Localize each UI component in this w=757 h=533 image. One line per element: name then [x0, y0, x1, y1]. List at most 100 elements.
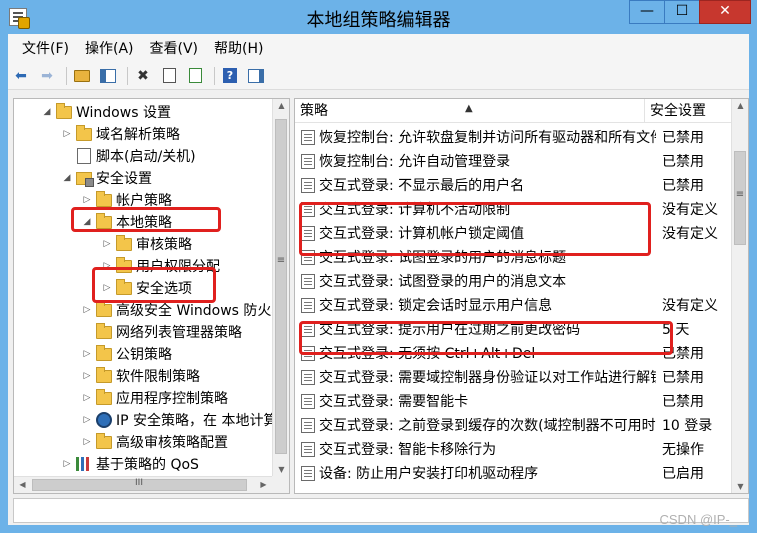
expand-arrow-icon[interactable]: ▷	[100, 283, 114, 293]
expand-arrow-icon[interactable]: ▷	[80, 305, 94, 315]
collapse-arrow-icon[interactable]: ◢	[80, 217, 94, 227]
scrollbar-thumb[interactable]	[275, 119, 287, 454]
policy-icon	[301, 369, 315, 385]
tree-item-security-options[interactable]: ▷ 安全选项	[100, 277, 192, 299]
policy-row[interactable]: 交互式登录: 计算机帐户锁定阈值 没有定义	[295, 221, 732, 245]
tree-item-software-restriction[interactable]: ▷ 软件限制策略	[80, 365, 200, 387]
policy-icon	[301, 129, 315, 145]
policy-row[interactable]: 恢复控制台: 允许自动管理登录 已禁用	[295, 149, 732, 173]
policy-setting: 没有定义	[662, 202, 718, 218]
expand-arrow-icon[interactable]: ▷	[100, 239, 114, 249]
policy-name: 交互式登录: 锁定会话时显示用户信息	[319, 298, 553, 314]
tree-item-app-control[interactable]: ▷ 应用程序控制策略	[80, 387, 228, 409]
policy-name: 交互式登录: 计算机不活动限制	[319, 202, 511, 218]
menu-help[interactable]: 帮助(H)	[206, 38, 271, 58]
tree-item-label: 公钥策略	[116, 347, 172, 363]
export-list-icon[interactable]	[184, 65, 206, 87]
policy-name: 恢复控制台: 允许自动管理登录	[319, 154, 511, 170]
collapse-arrow-icon[interactable]: ◢	[40, 107, 54, 117]
scroll-right-icon[interactable]: ▶	[255, 480, 272, 489]
scroll-down-icon[interactable]: ▼	[273, 465, 289, 474]
policy-name: 交互式登录: 提示用户在过期之前更改密码	[319, 322, 581, 338]
expand-arrow-icon[interactable]: ▷	[60, 459, 74, 469]
policy-row[interactable]: 交互式登录: 计算机不活动限制 没有定义	[295, 197, 732, 221]
policy-list[interactable]: 策略 ▲ 安全设置 恢复控制台: 允许软盘复制并访问所有驱动器和所有文件夹 已禁用…	[294, 98, 749, 494]
menu-action[interactable]: 操作(A)	[77, 38, 142, 58]
expand-arrow-icon[interactable]: ▷	[60, 129, 74, 139]
back-arrow-icon[interactable]: ⬅	[10, 65, 32, 87]
expand-arrow-icon[interactable]: ▷	[80, 437, 94, 447]
policy-row[interactable]: 设备: 防止用户安装打印机驱动程序 已启用	[295, 461, 732, 485]
tree-item-name-resolution-policy[interactable]: ▷ 域名解析策略	[60, 123, 180, 145]
policy-row[interactable]: 交互式登录: 提示用户在过期之前更改密码 5 天	[295, 317, 732, 341]
tree-vertical-scrollbar[interactable]: ▲ ≡ ▼	[272, 99, 289, 476]
expand-arrow-icon[interactable]: ▷	[80, 371, 94, 381]
policy-row[interactable]: 交互式登录: 锁定会话时显示用户信息 没有定义	[295, 293, 732, 317]
policy-row[interactable]: 交互式登录: 无须按 Ctrl+Alt+Del 已禁用	[295, 341, 732, 365]
up-folder-icon[interactable]	[71, 65, 93, 87]
scroll-down-icon[interactable]: ▼	[732, 482, 748, 491]
expand-arrow-icon[interactable]: ▷	[100, 261, 114, 271]
tree-item-advanced-audit[interactable]: ▷ 高级审核策略配置	[80, 431, 228, 453]
tree-item-security-settings[interactable]: ◢ 安全设置	[60, 167, 152, 189]
tree-item-label: 基于策略的 QoS	[96, 457, 199, 473]
tree-item-user-rights-assignment[interactable]: ▷ 用户权限分配	[100, 255, 220, 277]
policy-row[interactable]: 交互式登录: 智能卡移除行为 无操作	[295, 437, 732, 461]
scroll-up-icon[interactable]: ▲	[732, 101, 748, 110]
policy-setting: 没有定义	[662, 226, 718, 242]
tree-item-qos[interactable]: ▷ 基于策略的 QoS	[60, 453, 199, 475]
help-icon[interactable]: ?	[219, 65, 241, 87]
list-vertical-scrollbar[interactable]: ▲ ≡ ▼	[731, 99, 748, 493]
tree-item-scripts[interactable]: 脚本(启动/关机)	[60, 145, 196, 167]
show-action-pane-icon[interactable]	[245, 65, 267, 87]
policy-row[interactable]: 交互式登录: 试图登录的用户的消息标题	[295, 245, 732, 269]
forward-arrow-icon[interactable]: ➡	[36, 65, 58, 87]
expand-arrow-icon[interactable]: ▷	[80, 349, 94, 359]
properties-icon[interactable]	[158, 65, 180, 87]
policy-name: 交互式登录: 试图登录的用户的消息文本	[319, 274, 567, 290]
tree-item-label: 域名解析策略	[96, 127, 180, 143]
expand-arrow-icon[interactable]: ▷	[80, 393, 94, 403]
menu-view[interactable]: 查看(V)	[142, 38, 207, 58]
policy-row[interactable]: 交互式登录: 不显示最后的用户名 已禁用	[295, 173, 732, 197]
tree-item-label: 脚本(启动/关机)	[96, 149, 196, 165]
scroll-grip-icon: III	[135, 478, 143, 488]
policy-row[interactable]: 恢复控制台: 允许软盘复制并访问所有驱动器和所有文件夹 已禁用	[295, 125, 732, 149]
tree-item-windows-firewall[interactable]: ▷ 高级安全 Windows 防火墙	[80, 299, 285, 321]
tree-item-account-policies[interactable]: ▷ 帐户策略	[80, 189, 172, 211]
policy-row[interactable]: 交互式登录: 之前登录到缓存的次数(域控制器不可用时) 10 登录	[295, 413, 732, 437]
column-header-policy[interactable]: 策略 ▲	[295, 99, 645, 123]
expand-arrow-icon[interactable]: ▷	[80, 415, 94, 425]
close-button[interactable]: ✕	[699, 0, 751, 24]
menu-file[interactable]: 文件(F)	[14, 38, 77, 58]
ip-security-icon	[96, 412, 112, 428]
column-header-label: 安全设置	[650, 103, 706, 119]
policy-icon	[301, 273, 315, 289]
title-bar: 本地组策略编辑器 — ☐ ✕	[0, 0, 757, 34]
tree-item-label: 本地策略	[116, 215, 172, 231]
tree-horizontal-scrollbar[interactable]: ◀ III ▶	[14, 476, 272, 493]
expand-arrow-icon[interactable]: ▷	[80, 195, 94, 205]
show-hide-tree-icon[interactable]	[97, 65, 119, 87]
tree-item-public-key-policies[interactable]: ▷ 公钥策略	[80, 343, 172, 365]
column-header-setting[interactable]: 安全设置	[645, 99, 732, 123]
scroll-up-icon[interactable]: ▲	[273, 101, 289, 110]
policy-icon	[301, 465, 315, 481]
policy-name: 设备: 防止用户安装打印机驱动程序	[319, 466, 539, 482]
policy-row[interactable]: 交互式登录: 需要智能卡 已禁用	[295, 389, 732, 413]
tree-item-local-policies[interactable]: ◢ 本地策略	[80, 211, 172, 233]
minimize-button[interactable]: —	[629, 0, 665, 24]
tree-item-audit-policy[interactable]: ▷ 审核策略	[100, 233, 192, 255]
policy-row[interactable]: 交互式登录: 需要域控制器身份验证以对工作站进行解锁 已禁用	[295, 365, 732, 389]
delete-icon[interactable]: ✖	[132, 65, 154, 87]
policy-setting: 已禁用	[662, 178, 704, 194]
policy-row[interactable]: 交互式登录: 试图登录的用户的消息文本	[295, 269, 732, 293]
console-tree[interactable]: ◢ Windows 设置 ▷ 域名解析策略 脚本(启动/关机) ◢ 安全设置 ▷ 帐户策…	[13, 98, 290, 494]
scroll-left-icon[interactable]: ◀	[14, 480, 31, 489]
tree-item-ip-security[interactable]: ▷ IP 安全策略，在 本地计算机	[80, 409, 289, 431]
tree-item-windows-settings[interactable]: ◢ Windows 设置	[40, 101, 171, 123]
tree-item-network-list-manager[interactable]: 网络列表管理器策略	[80, 321, 242, 343]
maximize-button[interactable]: ☐	[664, 0, 700, 24]
collapse-arrow-icon[interactable]: ◢	[60, 173, 74, 183]
status-bar	[13, 498, 749, 523]
